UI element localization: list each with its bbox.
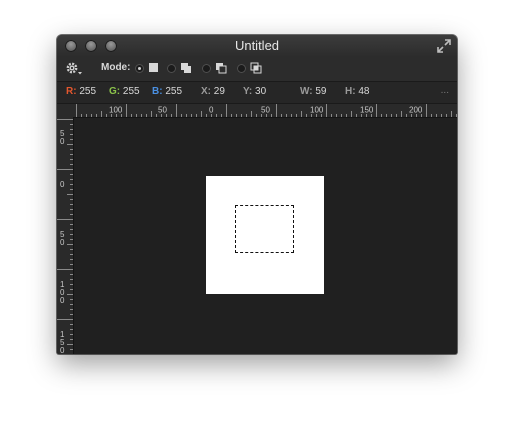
width-label: W: bbox=[300, 86, 313, 97]
y-label: Y: bbox=[243, 86, 253, 97]
selection-normal-icon bbox=[149, 63, 158, 72]
toolbar: Mode: bbox=[57, 57, 457, 82]
green-label: G: bbox=[109, 86, 121, 97]
window-title: Untitled bbox=[234, 38, 280, 53]
width-readout: W: 59 bbox=[300, 86, 327, 97]
mode-label: Mode: bbox=[101, 62, 131, 73]
title-bar[interactable]: Untitled bbox=[57, 35, 457, 57]
selection-marquee[interactable] bbox=[235, 205, 294, 253]
selection-add-icon bbox=[181, 63, 191, 73]
ruler-label: 50 bbox=[261, 106, 270, 115]
fullscreen-icon[interactable] bbox=[436, 38, 452, 54]
height-label: H: bbox=[345, 86, 356, 97]
vertical-ruler: 5 0 0 5 0 1 0 0 1 5 0 bbox=[57, 117, 74, 354]
x-readout: X: 29 bbox=[201, 86, 225, 97]
ruler-label: 200 bbox=[409, 106, 423, 115]
app-window: Untitled Mode: R: 255 G: 255 B: 255 X: 2… bbox=[57, 35, 457, 354]
ruler-label: 50 bbox=[158, 106, 167, 115]
ruler-label: 0 bbox=[60, 180, 65, 189]
document-canvas[interactable] bbox=[206, 176, 324, 294]
more-options-button[interactable]: ... bbox=[441, 85, 449, 96]
width-value: 59 bbox=[315, 86, 327, 97]
blue-value: 255 bbox=[165, 86, 183, 97]
gear-icon[interactable] bbox=[65, 61, 83, 77]
blue-readout: B: 255 bbox=[152, 86, 182, 97]
ruler-label: 100 bbox=[109, 106, 123, 115]
selection-intersect-icon bbox=[250, 62, 262, 74]
y-readout: Y: 30 bbox=[243, 86, 266, 97]
blue-label: B: bbox=[152, 86, 163, 97]
ruler-label: 50 bbox=[60, 230, 65, 247]
x-value: 29 bbox=[213, 86, 225, 97]
ruler-label: 100 bbox=[60, 280, 65, 305]
y-value: 30 bbox=[255, 86, 267, 97]
mode-intersect-radio[interactable] bbox=[237, 64, 246, 73]
green-readout: G: 255 bbox=[109, 86, 140, 97]
red-label: R: bbox=[66, 86, 77, 97]
red-readout: R: 255 bbox=[66, 86, 96, 97]
mode-normal-radio[interactable] bbox=[135, 64, 144, 73]
horizontal-ruler: 100 50 0 50 100 150 200 bbox=[74, 104, 457, 118]
mode-subtract-radio[interactable] bbox=[202, 64, 211, 73]
selection-subtract-icon bbox=[216, 63, 227, 74]
height-readout: H: 48 bbox=[345, 86, 369, 97]
ruler-label: 100 bbox=[310, 106, 324, 115]
green-value: 255 bbox=[122, 86, 140, 97]
height-value: 48 bbox=[358, 86, 370, 97]
mode-add-radio[interactable] bbox=[167, 64, 176, 73]
ruler-label: 0 bbox=[209, 106, 214, 115]
ruler-label: 50 bbox=[60, 129, 65, 146]
canvas-area[interactable] bbox=[74, 118, 457, 354]
info-bar: R: 255 G: 255 B: 255 X: 29 Y: 30 W: 59 H… bbox=[57, 82, 457, 104]
ruler-label: 150 bbox=[60, 330, 65, 354]
red-value: 255 bbox=[79, 86, 97, 97]
x-label: X: bbox=[201, 86, 211, 97]
ruler-corner bbox=[57, 104, 75, 118]
ruler-label: 150 bbox=[360, 106, 374, 115]
